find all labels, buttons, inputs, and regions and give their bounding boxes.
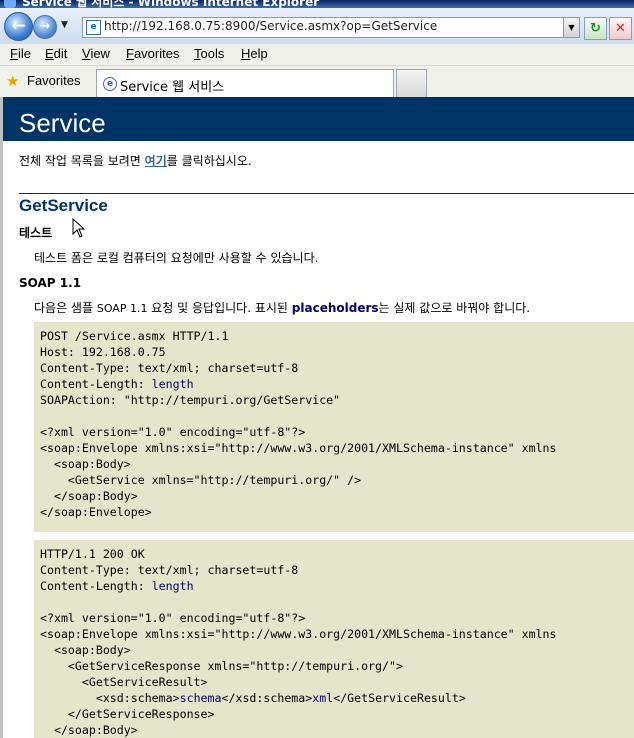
tab-title: Service 웹 서비스 (120, 80, 225, 95)
page-content: Service 전체 작업 목록을 보려면 여기를 클릭하십시오. GetSer… (0, 97, 634, 738)
new-tab-button[interactable] (396, 69, 427, 97)
menu-bar: File Edit View Favorites Tools Help (0, 44, 634, 66)
service-title: Service (19, 108, 106, 138)
navigation-bar: ← → ▼ e http://192.168.0.75:8900/Service… (0, 8, 634, 45)
favorites-bar: ★ Favorites e Service 웹 서비스 (0, 66, 634, 98)
back-button[interactable]: ← (4, 12, 33, 41)
stop-button[interactable]: ✕ (609, 17, 632, 40)
operation-name: GetService (19, 196, 108, 215)
address-dropdown-icon[interactable]: ▼ (563, 18, 579, 37)
forward-button[interactable]: → (33, 15, 57, 39)
placeholders-term: placeholders (291, 301, 379, 315)
operations-list-link[interactable]: 여기 (145, 154, 167, 168)
test-heading: 테스트 (19, 226, 53, 240)
window-titlebar: Service 웹 서비스 - Windows Internet Explore… (0, 0, 634, 8)
menu-view[interactable]: View (82, 46, 110, 61)
soap-response-sample: HTTP/1.1 200 OK Content-Type: text/xml; … (34, 540, 634, 738)
operations-intro: 전체 작업 목록을 보려면 여기를 클릭하십시오. (19, 154, 252, 168)
mouse-cursor-icon (72, 218, 86, 238)
menu-tools[interactable]: Tools (194, 46, 224, 61)
menu-edit[interactable]: Edit (45, 46, 67, 61)
page-icon: e (86, 20, 101, 35)
recent-pages-dropdown-icon[interactable]: ▼ (61, 20, 68, 30)
service-header: Service (3, 97, 634, 141)
test-text: 테스트 폼은 로컬 컴퓨터의 요청에만 사용할 수 있습니다. (34, 251, 319, 265)
soap-request-sample: POST /Service.asmx HTTP/1.1 Host: 192.16… (34, 322, 634, 532)
divider (19, 193, 634, 194)
menu-file[interactable]: File (10, 46, 31, 61)
address-bar[interactable]: e http://192.168.0.75:8900/Service.asmx?… (82, 17, 580, 38)
ie-icon (4, 0, 16, 8)
favorites-button[interactable]: Favorites (27, 73, 80, 88)
address-url[interactable]: http://192.168.0.75:8900/Service.asmx?op… (104, 19, 437, 33)
menu-help[interactable]: Help (241, 46, 268, 61)
menu-favorites[interactable]: Favorites (126, 46, 179, 61)
favorites-star-icon[interactable]: ★ (6, 72, 19, 90)
soap-description: 다음은 샘플 SOAP 1.1 요청 및 응답입니다. 표시된 placehol… (34, 301, 531, 315)
browser-tab[interactable]: e Service 웹 서비스 (96, 69, 394, 97)
tab-page-icon: e (103, 77, 117, 91)
window-title: Service 웹 서비스 - Windows Internet Explore… (22, 0, 320, 8)
soap-heading: SOAP 1.1 (19, 276, 82, 290)
refresh-button[interactable]: ↻ (584, 17, 607, 40)
